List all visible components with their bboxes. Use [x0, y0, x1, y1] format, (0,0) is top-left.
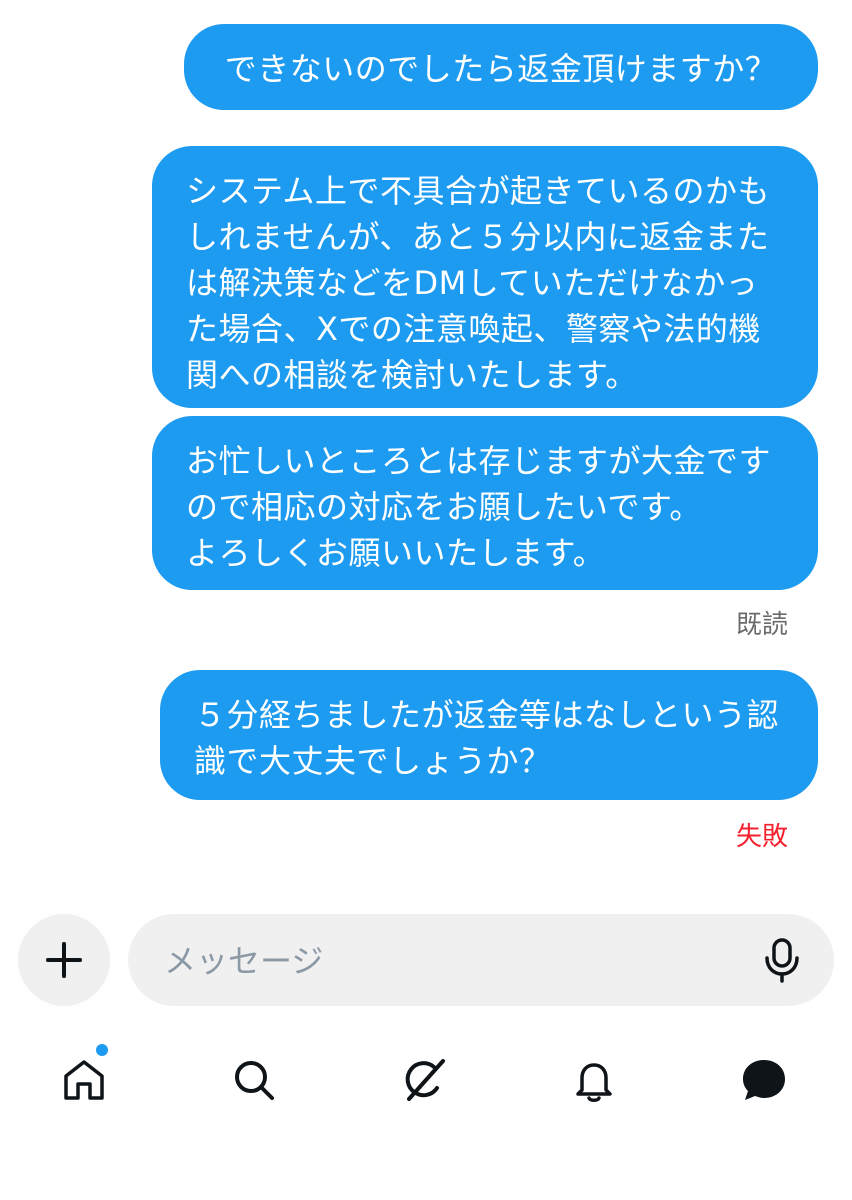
message-text: システム上で不具合が起きているのかも: [186, 172, 771, 210]
message-text: ので相応の対応をお願したいです。: [186, 488, 702, 526]
message-bubble[interactable]: システム上で不具合が起きているのかも しれませんが、あと５分以内に返金また は解…: [152, 146, 818, 408]
message-text: は解決策などをDMしていただけなかっ: [186, 264, 759, 302]
tab-messages[interactable]: [736, 1052, 792, 1108]
message-text: 関への相談を検討いたします。: [186, 356, 638, 394]
message-text: 識で大丈夫でしょうか？: [194, 742, 552, 780]
message-bubble[interactable]: できないのでしたら返金頂けますか？: [184, 24, 818, 110]
message-bubble[interactable]: お忙しいところとは存じますが大金です ので相応の対応をお願したいです。 よろしく…: [152, 416, 818, 590]
send-failed-status[interactable]: 失敗: [736, 816, 788, 853]
bottom-tab-bar: [0, 1036, 852, 1126]
tab-notifications[interactable]: [566, 1052, 622, 1108]
message-text: できないのでしたら返金頂けますか？: [224, 50, 778, 88]
home-icon: [64, 1060, 104, 1100]
message-text: よろしくお願いいたします。: [186, 534, 606, 572]
home-notification-dot: [96, 1044, 108, 1056]
grok-icon: [405, 1059, 445, 1101]
search-icon: [235, 1061, 274, 1100]
tab-search[interactable]: [226, 1052, 282, 1108]
tab-grok[interactable]: [396, 1052, 452, 1108]
message-bubble[interactable]: ５分経ちましたが返金等はなしという認 識で大丈夫でしょうか？: [160, 670, 818, 800]
message-composer[interactable]: [128, 914, 834, 1008]
message-text: しれませんが、あと５分以内に返金また: [186, 218, 770, 256]
message-text: た場合、Xでの注意喚起、警察や法的機: [186, 310, 761, 348]
messages-icon: [743, 1060, 785, 1100]
microphone-icon[interactable]: [758, 936, 806, 984]
notifications-icon: [576, 1063, 612, 1102]
plus-icon: [46, 942, 82, 978]
add-attachment-button[interactable]: [18, 914, 110, 1006]
tab-home[interactable]: [56, 1052, 112, 1108]
message-text: ５分経ちましたが返金等はなしという認: [194, 696, 780, 734]
message-input[interactable]: [162, 914, 726, 1008]
message-text: お忙しいところとは存じますが大金です: [186, 442, 772, 480]
read-receipt: 既読: [735, 610, 788, 640]
